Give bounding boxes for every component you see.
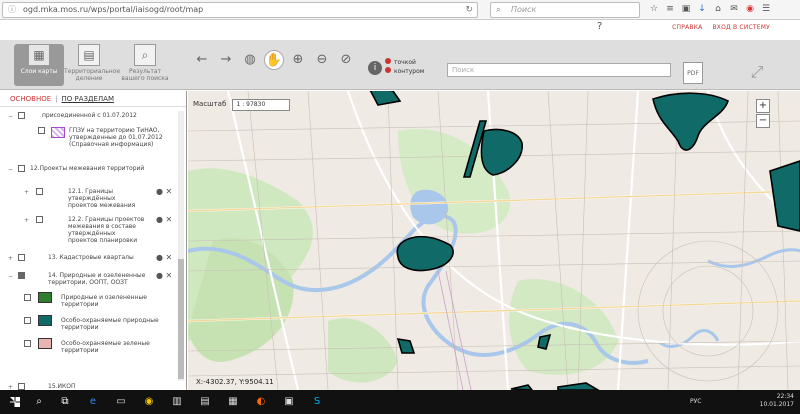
fullscreen-icon[interactable]: ⤢	[745, 60, 769, 84]
folder-icon[interactable]: ▭	[112, 393, 130, 411]
map-search-input[interactable]: Поиск	[447, 63, 671, 77]
layer-checkbox[interactable]	[24, 317, 31, 324]
legend-swatch	[51, 127, 65, 138]
layer-tools[interactable]: ● ✕	[156, 216, 172, 224]
app-header: ? СПРАВКА ВХОД В СИСТЕМУ	[0, 20, 800, 40]
layer-tools[interactable]: ● ✕	[156, 254, 172, 262]
layer-checkbox[interactable]	[36, 216, 43, 223]
search-results-icon: ⌕	[134, 44, 156, 66]
menu-icon[interactable]: ☰	[760, 2, 772, 16]
layer-tools[interactable]: ● ✕	[156, 188, 172, 196]
coordinates-readout: X:-4302.37, Y:9504.11	[196, 378, 274, 386]
mode-radios: точкой контуром	[385, 58, 424, 76]
layer-checkbox[interactable]	[18, 383, 25, 390]
help-link[interactable]: СПРАВКА	[672, 24, 702, 31]
tool-territory[interactable]: ▤ Территориальное деление	[64, 44, 120, 86]
layer-checkbox[interactable]	[24, 294, 31, 301]
home-icon[interactable]: ⌂	[712, 2, 724, 16]
back-arrow-icon[interactable]: ←	[192, 50, 212, 70]
explorer-icon[interactable]: ▥	[168, 393, 186, 411]
browser-search-input[interactable]: ⌕ Поиск	[490, 2, 640, 18]
legend-label: Особо-охраняемые зеленые территории	[61, 340, 150, 354]
map-svg	[188, 91, 800, 390]
legend-label: Природные и озелененные территории	[61, 294, 147, 308]
legend-label: Особо-охраняемые природные территории	[61, 317, 159, 331]
layer-checkbox[interactable]	[38, 127, 45, 134]
start-button[interactable]	[0, 390, 28, 414]
reading-list-icon[interactable]: ≡	[664, 2, 676, 16]
login-link[interactable]: ВХОД В СИСТЕМУ	[712, 24, 770, 31]
clear-icon[interactable]: ⊘	[336, 50, 356, 70]
globe-icon[interactable]: ◍	[240, 50, 260, 70]
legend-swatch	[38, 338, 52, 349]
download-icon[interactable]: ↓	[696, 2, 708, 16]
zoom-out-button[interactable]: −	[756, 114, 770, 128]
tool-layers[interactable]: ▦ Слои карты	[14, 44, 64, 86]
mode-point-radio[interactable]: точкой	[385, 58, 424, 67]
layer-checkbox[interactable]	[18, 254, 25, 261]
tab-main[interactable]: ОСНОВНОЕ	[10, 95, 51, 106]
layers-panel: ОСНОВНОЕ | ПО РАЗДЕЛАМ − присоединенной …	[0, 91, 187, 390]
panel-tabs: ОСНОВНОЕ | ПО РАЗДЕЛАМ	[0, 91, 186, 107]
pdf-export-button[interactable]: PDF	[683, 62, 703, 84]
info-circle-icon[interactable]: ?	[597, 21, 602, 32]
layer-tools[interactable]: ● ✕	[156, 272, 172, 280]
tool-search-results[interactable]: ⌕ Результат вашего поиска	[120, 44, 170, 86]
zoom-out-icon[interactable]: ⊖	[312, 50, 332, 70]
windows-taskbar: ⌕ ⧉ e ▭ ◉ ▥ ▤ ▦ ◐ ▣ S РУС 22:34 10.01.20…	[0, 390, 800, 414]
skype-icon[interactable]: S	[308, 393, 326, 411]
zoom-controls: + −	[756, 99, 770, 129]
store-icon[interactable]: ▦	[224, 393, 242, 411]
forward-arrow-icon[interactable]: →	[216, 50, 236, 70]
search-icon: ⌕	[496, 5, 501, 14]
layer-checkbox[interactable]	[18, 272, 25, 279]
zoom-in-button[interactable]: +	[756, 99, 770, 113]
map-toolbar: ▦ Слои карты ▤ Территориальное деление ⌕…	[0, 40, 800, 90]
firefox-icon[interactable]: ◐	[252, 393, 270, 411]
lang-indicator[interactable]: РУС	[690, 398, 701, 406]
layer-checkbox[interactable]	[24, 340, 31, 347]
app-icon[interactable]: ▣	[280, 393, 298, 411]
app: ? СПРАВКА ВХОД В СИСТЕМУ ▦ Слои карты ▤ …	[0, 20, 800, 390]
panel-scrollbar[interactable]	[178, 111, 184, 381]
chat-icon[interactable]: ✉	[728, 2, 740, 16]
pan-hand-icon[interactable]: ✋	[264, 50, 284, 70]
zoom-in-icon[interactable]: ⊕	[288, 50, 308, 70]
layer-checkbox[interactable]	[18, 112, 25, 119]
mode-contour-radio[interactable]: контуром	[385, 67, 424, 76]
scale-control: Масштаб 1 : 97830	[193, 99, 290, 111]
layer-checkbox[interactable]	[36, 188, 43, 195]
chrome-icon[interactable]: ◉	[140, 393, 158, 411]
scale-label: Масштаб	[193, 100, 227, 108]
layer-checkbox[interactable]	[18, 165, 25, 172]
scale-select[interactable]: 1 : 97830	[231, 99, 290, 111]
info-icon[interactable]: ⓘ	[8, 3, 16, 17]
map-canvas[interactable]: Масштаб 1 : 97830 + − X:-4302.37, Y:9504…	[188, 91, 800, 390]
browser-icons: ☆ ≡ ▣ ↓ ⌂ ✉ ◉ ☰	[648, 2, 772, 18]
browser-toolbar: ⓘ ogd.mka.mos.ru/wps/portal/iaisogd/root…	[0, 0, 800, 20]
star-icon[interactable]: ☆	[648, 2, 660, 16]
header-links: СПРАВКА ВХОД В СИСТЕМУ	[672, 24, 770, 31]
edge-icon[interactable]: e	[84, 393, 102, 411]
addon-icon[interactable]: ◉	[744, 2, 756, 16]
legend-swatch	[38, 315, 52, 326]
clock[interactable]: 22:34 10.01.2017	[760, 393, 794, 409]
map-icon: ▤	[78, 44, 100, 66]
legend-swatch	[38, 292, 52, 303]
search-icon[interactable]: ⌕	[30, 393, 48, 411]
tab-sections[interactable]: ПО РАЗДЕЛАМ	[62, 95, 114, 106]
task-view-icon[interactable]: ⧉	[56, 393, 74, 411]
url-bar[interactable]: ⓘ ogd.mka.mos.ru/wps/portal/iaisogd/root…	[2, 2, 478, 18]
layers-icon: ▦	[28, 44, 50, 66]
url-text: ogd.mka.mos.ru/wps/portal/iaisogd/root/m…	[23, 5, 204, 14]
lock-icon[interactable]: ▣	[680, 2, 692, 16]
map-navigation: ← → ◍ ✋ ⊕ ⊖ ⊘	[192, 50, 356, 72]
reload-icon[interactable]: ↻	[465, 3, 473, 17]
info-button[interactable]: i	[368, 61, 382, 75]
word-icon[interactable]: ▤	[196, 393, 214, 411]
